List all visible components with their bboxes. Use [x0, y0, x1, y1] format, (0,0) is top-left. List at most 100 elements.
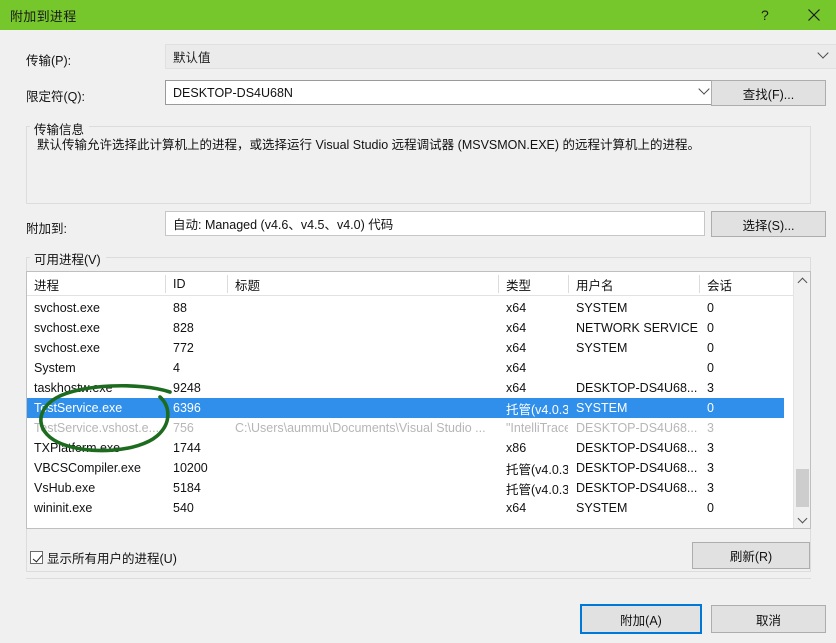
cell-user: DESKTOP-DS4U68... — [576, 381, 698, 395]
attach-to-label: 附加到: — [26, 222, 67, 236]
cell-user: SYSTEM — [576, 301, 628, 315]
column-divider — [227, 275, 228, 293]
chevron-down-icon — [698, 82, 710, 98]
process-list-header: 进程 ID 标题 类型 用户名 会话 — [27, 272, 810, 296]
find-button[interactable]: 查找(F)... — [711, 80, 826, 106]
show-all-users-checkbox[interactable]: 显示所有用户的进程(U) — [30, 548, 177, 567]
close-icon[interactable] — [792, 0, 836, 30]
process-row[interactable]: TestService.vshost.e... 756 C:\Users\aummu… — [27, 418, 784, 438]
cell-user: SYSTEM — [576, 341, 628, 355]
scrollbar-thumb[interactable] — [796, 469, 809, 507]
process-row[interactable]: System 4 x64 0 — [27, 358, 784, 378]
cell-title: C:\Users\aummu\Documents\Visual Studio .… — [235, 421, 486, 435]
qualifier-value: DESKTOP-DS4U68N — [173, 85, 293, 100]
chevron-down-icon — [817, 46, 829, 62]
attach-to-field[interactable]: 自动: Managed (v4.6、v4.5、v4.0) 代码 — [165, 211, 705, 236]
process-row[interactable]: svchost.exe 772 x64 SYSTEM 0 — [27, 338, 784, 358]
cell-title — [228, 318, 498, 338]
cell-user: DESKTOP-DS4U68... — [576, 461, 698, 475]
column-header-title[interactable]: 标题 — [228, 272, 498, 296]
attach-to-value: 自动: Managed (v4.6、v4.5、v4.0) 代码 — [173, 218, 394, 232]
cell-session: 3 — [707, 381, 714, 395]
transport-value: 默认值 — [173, 51, 211, 65]
cell-session: 0 — [707, 401, 714, 415]
process-row[interactable]: wininit.exe 540 x64 SYSTEM 0 — [27, 498, 784, 518]
cell-type: x64 — [506, 341, 527, 355]
process-row[interactable]: TestService.exe 6396 托管(v4.0.30... SYSTEM 0 — [27, 398, 784, 418]
attach-button[interactable]: 附加(A) — [580, 604, 702, 634]
cell-title — [228, 478, 498, 498]
cell-user: NETWORK SERVICE — [576, 321, 699, 335]
cell-process: TXPlatform.exe — [34, 441, 121, 455]
cancel-button[interactable]: 取消 — [711, 605, 826, 633]
cell-id: 4 — [173, 361, 180, 375]
cell-process: System — [34, 361, 76, 375]
cell-process: svchost.exe — [34, 341, 101, 355]
select-button[interactable]: 选择(S)... — [711, 211, 826, 237]
cell-type: 托管(v4.0.30... — [506, 402, 568, 417]
cell-id: 828 — [173, 321, 194, 335]
cell-type: x86 — [506, 441, 527, 455]
cell-type: 托管(v4.0.30... — [506, 482, 568, 497]
cell-session: 3 — [707, 421, 714, 435]
cell-type: x64 — [506, 361, 527, 375]
cell-session: 3 — [707, 481, 714, 495]
qualifier-combobox[interactable]: DESKTOP-DS4U68N — [165, 80, 718, 105]
column-divider — [498, 275, 499, 293]
column-header-id[interactable]: ID — [166, 272, 227, 296]
process-row[interactable]: VBCSCompiler.exe 10200 托管(v4.0.30... DESKTO… — [27, 458, 784, 478]
cell-type: "IntelliTrace ... — [506, 421, 568, 435]
process-list[interactable]: 进程 ID 标题 类型 用户名 会话 svchost.exe 88 x64 SYSTEM 0 svc… — [26, 271, 811, 529]
cell-process: VsHub.exe — [34, 481, 96, 495]
transport-label: 传输(P): — [26, 54, 72, 68]
transport-combobox[interactable]: 默认值 — [165, 44, 836, 69]
cell-session: 0 — [707, 341, 714, 355]
transport-info-text: 默认传输允许选择此计算机上的进程，或选择运行 Visual Studio 远程调… — [37, 138, 701, 152]
process-row[interactable]: svchost.exe 828 x64 NETWORK SERVICE 0 — [27, 318, 784, 338]
process-row[interactable]: taskhostw.exe 9248 x64 DESKTOP-DS4U68... 3 — [27, 378, 784, 398]
cell-user — [569, 358, 699, 378]
qualifier-label: 限定符(Q): — [26, 90, 86, 104]
cell-id: 10200 — [173, 461, 208, 475]
column-header-user[interactable]: 用户名 — [569, 272, 699, 296]
column-header-process[interactable]: 进程 — [27, 272, 165, 296]
cell-type: x64 — [506, 381, 527, 395]
cell-session: 3 — [707, 461, 714, 475]
cell-session: 0 — [707, 501, 714, 515]
dialog-title: 附加到进程 — [10, 8, 77, 24]
help-icon[interactable]: ? — [744, 0, 788, 30]
checkbox-box[interactable] — [30, 551, 43, 564]
title-bar: 附加到进程 — [0, 0, 836, 30]
cell-id: 6396 — [173, 401, 201, 415]
cell-process: VBCSCompiler.exe — [34, 461, 141, 475]
cell-session: 0 — [707, 321, 714, 335]
cell-type: 托管(v4.0.30... — [506, 462, 568, 477]
cell-id: 772 — [173, 341, 194, 355]
cell-session: 0 — [707, 301, 714, 315]
cell-title — [228, 458, 498, 478]
cell-type: x64 — [506, 301, 527, 315]
cell-process: TestService.exe — [34, 401, 123, 415]
attach-to-process-dialog: 附加到进程 ? 传输(P): 默认值 限定符(Q): DESKTOP-DS4U6… — [0, 0, 836, 643]
chevron-up-icon[interactable] — [794, 272, 810, 289]
process-row[interactable]: TXPlatform.exe 1744 x86 DESKTOP-DS4U68... 3 — [27, 438, 784, 458]
refresh-button[interactable]: 刷新(R) — [692, 542, 810, 569]
process-list-scrollbar[interactable] — [793, 272, 810, 528]
chevron-down-icon[interactable] — [794, 511, 810, 528]
cell-id: 9248 — [173, 381, 201, 395]
cell-user: DESKTOP-DS4U68... — [576, 481, 698, 495]
show-all-users-label: 显示所有用户的进程(U) — [47, 552, 177, 566]
cell-title — [228, 498, 498, 518]
cell-title — [228, 338, 498, 358]
process-row[interactable]: VsHub.exe 5184 托管(v4.0.30... DESKTOP-DS4U68… — [27, 478, 784, 498]
column-divider — [165, 275, 166, 293]
cell-process: svchost.exe — [34, 321, 101, 335]
cell-id: 88 — [173, 301, 187, 315]
footer-divider — [26, 578, 811, 579]
column-header-session[interactable]: 会话 — [700, 272, 784, 296]
column-header-type[interactable]: 类型 — [499, 272, 568, 296]
cell-title — [228, 398, 498, 418]
process-row[interactable]: svchost.exe 88 x64 SYSTEM 0 — [27, 298, 784, 318]
cell-id: 5184 — [173, 481, 201, 495]
cell-user: DESKTOP-DS4U68... — [576, 441, 698, 455]
